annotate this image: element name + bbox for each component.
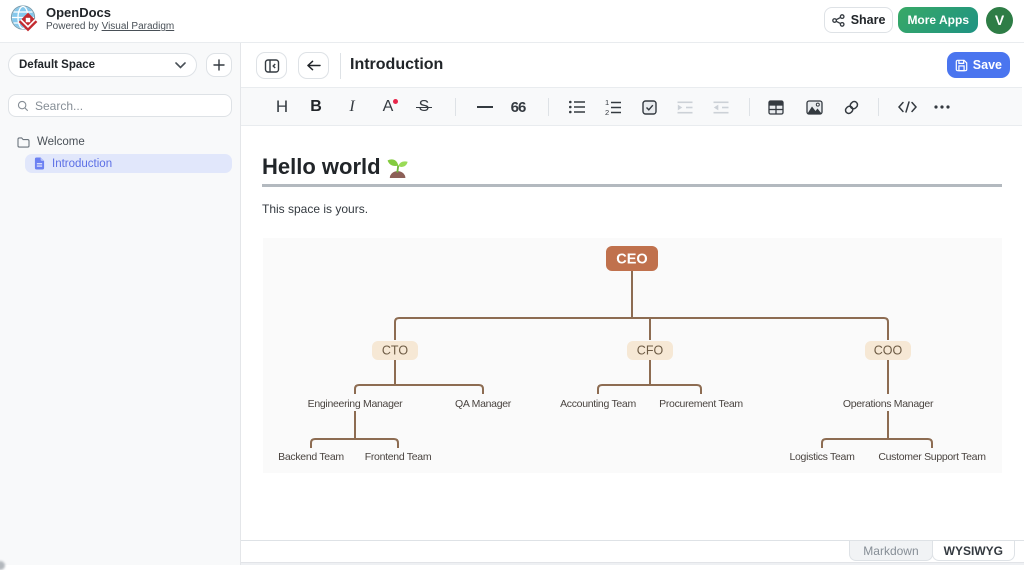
svg-text:Customer Support Team: Customer Support Team <box>878 451 986 463</box>
svg-text:Frontend Team: Frontend Team <box>365 451 432 463</box>
svg-text:Operations Manager: Operations Manager <box>843 398 934 410</box>
svg-text:Logistics Team: Logistics Team <box>789 451 855 463</box>
svg-text:CTO: CTO <box>382 344 408 358</box>
svg-text:Accounting Team: Accounting Team <box>560 398 636 410</box>
svg-text:1: 1 <box>605 100 609 107</box>
svg-text:CEO: CEO <box>616 252 647 268</box>
svg-text:Backend Team: Backend Team <box>278 451 344 463</box>
svg-text:Procurement Team: Procurement Team <box>659 398 743 410</box>
svg-text:2: 2 <box>605 108 609 115</box>
svg-text:CFO: CFO <box>637 344 664 358</box>
svg-text:COO: COO <box>874 344 903 358</box>
svg-text:Engineering Manager: Engineering Manager <box>308 398 404 410</box>
svg-text:QA Manager: QA Manager <box>455 398 512 410</box>
